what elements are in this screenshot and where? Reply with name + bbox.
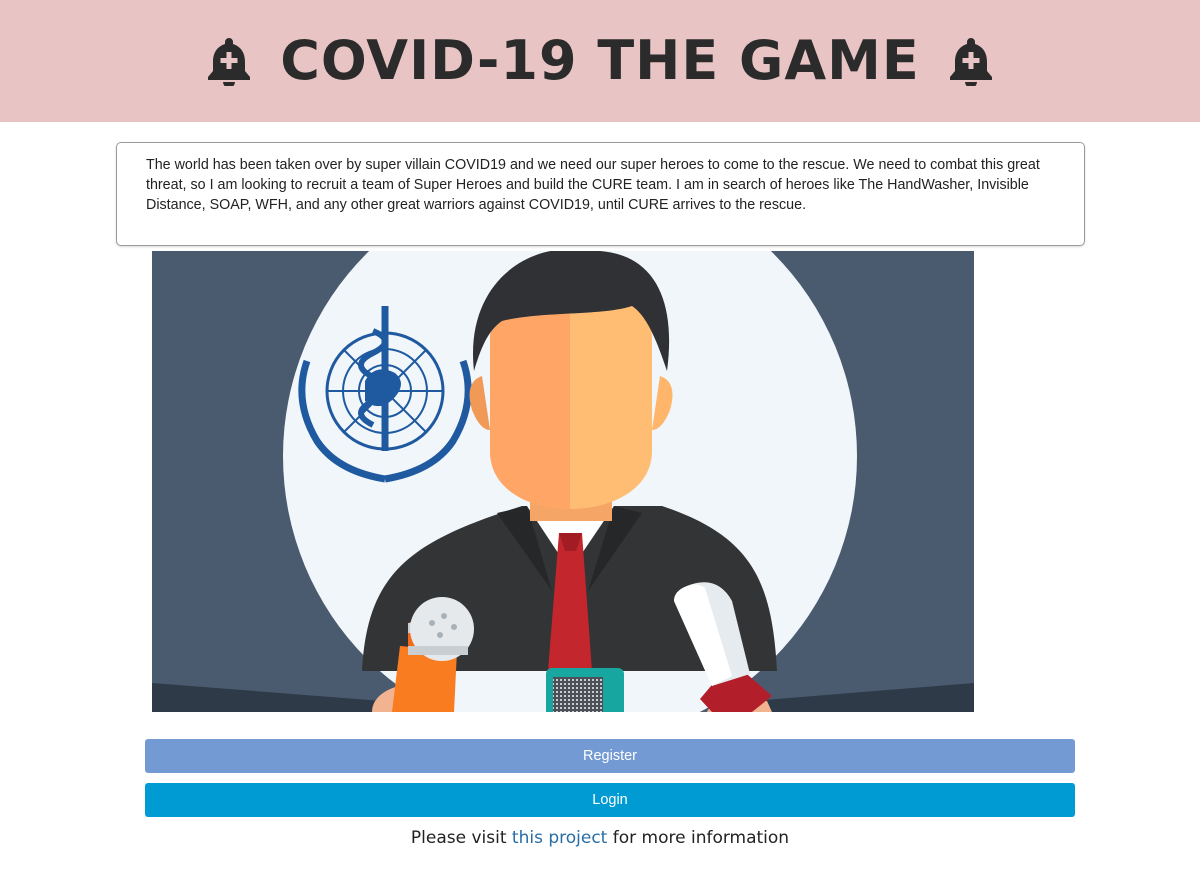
register-button[interactable]: Register: [145, 739, 1075, 773]
bell-plus-icon: [949, 38, 992, 86]
hero-image: [152, 251, 974, 712]
footer-prefix: Please visit: [410, 828, 512, 848]
page-header: COVID-19 THE GAME: [0, 0, 1200, 122]
spokesperson-illustration: [152, 251, 974, 712]
login-button[interactable]: Login: [145, 783, 1075, 817]
footer-info: Please visit this project for more infor…: [0, 828, 1200, 848]
intro-text: The world has been taken over by super v…: [146, 157, 1040, 213]
project-link[interactable]: this project: [512, 828, 607, 848]
intro-card: The world has been taken over by super v…: [116, 142, 1085, 246]
footer-suffix: for more information: [607, 828, 790, 848]
recorder-center: [546, 668, 624, 712]
header-title-group: COVID-19 THE GAME: [206, 34, 994, 88]
page-title: COVID-19 THE GAME: [280, 29, 920, 92]
bell-plus-icon: [208, 38, 251, 86]
